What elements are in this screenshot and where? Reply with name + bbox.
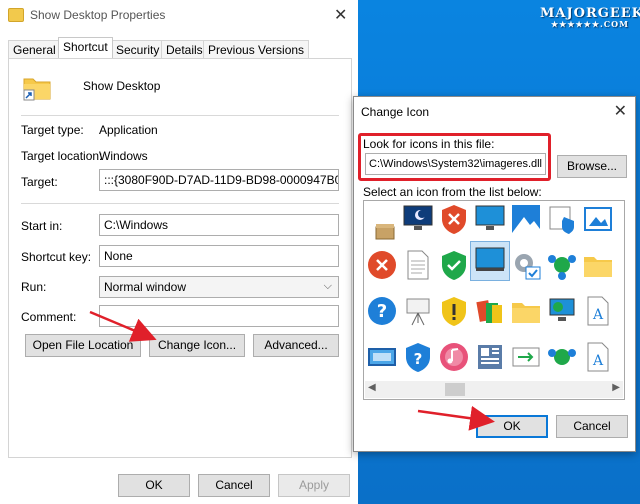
- monitor-icon[interactable]: [474, 203, 506, 235]
- help-icon[interactable]: ?: [366, 295, 398, 327]
- window-title: Show Desktop Properties: [30, 8, 166, 22]
- comment-label: Comment:: [21, 310, 77, 324]
- picture-icon[interactable]: [582, 203, 614, 235]
- watermark-sub: ★★★★★★.COM: [550, 19, 629, 29]
- watermark: MAJORGEEKS ★★★★★★.COM: [540, 6, 640, 29]
- dialog-title: Change Icon: [361, 105, 430, 119]
- scroll-left-icon[interactable]: ◀: [368, 382, 376, 393]
- title-bar[interactable]: Show Desktop Properties ✕: [0, 0, 358, 32]
- shortcut-name: Show Desktop: [83, 79, 161, 93]
- chevron-down-icon: ⌵: [323, 280, 332, 292]
- shield-image-icon[interactable]: [546, 203, 578, 235]
- monitor-moon-icon[interactable]: [402, 203, 434, 235]
- target-location-label: Target location:: [21, 149, 103, 163]
- scroll-right-icon[interactable]: ▶: [612, 382, 620, 393]
- software-icon[interactable]: [474, 295, 506, 327]
- separator: [21, 115, 339, 116]
- run-label: Run:: [21, 280, 47, 294]
- projector-icon[interactable]: [402, 295, 434, 327]
- separator: [21, 203, 339, 204]
- properties-window: Show Desktop Properties ✕ General Shortc…: [0, 0, 358, 504]
- network-alt-icon[interactable]: [546, 341, 578, 373]
- error-icon[interactable]: [366, 249, 398, 281]
- svg-text:?: ?: [377, 301, 387, 322]
- tab-general[interactable]: General: [8, 40, 61, 58]
- shortcut-key-label: Shortcut key:: [21, 250, 92, 264]
- icon-list[interactable]: ? A ? A ◀ ▶: [363, 200, 625, 400]
- network-icon[interactable]: [546, 249, 578, 281]
- monitor-selected-icon[interactable]: [474, 245, 506, 277]
- horizontal-scrollbar[interactable]: ◀ ▶: [365, 381, 623, 398]
- tab-bar: General Shortcut Security Details Previo…: [8, 37, 352, 58]
- tab-details[interactable]: Details: [161, 40, 208, 58]
- tab-previous-versions[interactable]: Previous Versions: [203, 40, 310, 58]
- tab-security[interactable]: Security: [111, 40, 165, 58]
- svg-text:A: A: [592, 307, 604, 323]
- font-icon[interactable]: A: [582, 295, 614, 327]
- target-label: Target:: [21, 175, 58, 189]
- change-icon-dialog: Change Icon ✕ Look for icons in this fil…: [353, 96, 636, 452]
- music-icon[interactable]: [438, 341, 470, 373]
- svg-text:A: A: [592, 353, 604, 369]
- shield-warning-icon[interactable]: [438, 295, 470, 327]
- folder-plain-icon[interactable]: [510, 295, 542, 327]
- run-select[interactable]: Normal window ⌵: [99, 276, 339, 298]
- ok-button[interactable]: OK: [118, 474, 190, 497]
- shortcut-folder-icon: [23, 78, 51, 101]
- dialog-cancel-button[interactable]: Cancel: [556, 415, 628, 438]
- font-alt-icon[interactable]: A: [582, 341, 614, 373]
- folder-icon[interactable]: [582, 249, 614, 281]
- browse-button[interactable]: Browse...: [557, 155, 627, 178]
- start-in-label: Start in:: [21, 219, 63, 233]
- dialog-ok-button[interactable]: OK: [476, 415, 548, 438]
- shortcut-key-input[interactable]: None: [99, 245, 339, 267]
- gear-check-icon[interactable]: [510, 249, 542, 281]
- apply-button[interactable]: Apply: [278, 474, 350, 497]
- shield-x-icon[interactable]: [438, 203, 470, 235]
- screen-icon[interactable]: [366, 341, 398, 373]
- close-icon[interactable]: ✕: [614, 101, 627, 121]
- svg-text:?: ?: [414, 350, 423, 368]
- open-file-location-button[interactable]: Open File Location: [25, 334, 141, 357]
- network-monitor-icon[interactable]: [546, 295, 578, 327]
- target-location-value: Windows: [99, 149, 148, 163]
- advanced-button[interactable]: Advanced...: [253, 334, 339, 357]
- change-icon-button[interactable]: Change Icon...: [149, 334, 245, 357]
- shield-check-icon[interactable]: [438, 249, 470, 281]
- select-icon-label: Select an icon from the list below:: [363, 185, 542, 199]
- box-icon[interactable]: [370, 211, 402, 243]
- mountain-icon[interactable]: [510, 203, 542, 235]
- shortcut-panel: Show Desktop Target type: Application Ta…: [8, 58, 352, 458]
- folder-icon: [8, 8, 24, 22]
- target-type-value: Application: [99, 123, 158, 137]
- start-in-input[interactable]: C:\Windows: [99, 214, 339, 236]
- arrow-box-icon[interactable]: [510, 341, 542, 373]
- tab-shortcut[interactable]: Shortcut: [58, 37, 113, 58]
- comment-input[interactable]: [99, 305, 339, 327]
- document-icon[interactable]: [402, 249, 434, 281]
- run-select-value: Normal window: [104, 280, 187, 294]
- close-icon[interactable]: ✕: [334, 5, 347, 25]
- news-icon[interactable]: [474, 341, 506, 373]
- highlight-box: [358, 133, 551, 181]
- scroll-thumb[interactable]: [445, 383, 465, 396]
- shield-help-icon[interactable]: ?: [402, 341, 434, 373]
- target-type-label: Target type:: [21, 123, 84, 137]
- target-input[interactable]: :::{3080F90D-D7AD-11D9-BD98-0000947B0257…: [99, 169, 339, 191]
- cancel-button[interactable]: Cancel: [198, 474, 270, 497]
